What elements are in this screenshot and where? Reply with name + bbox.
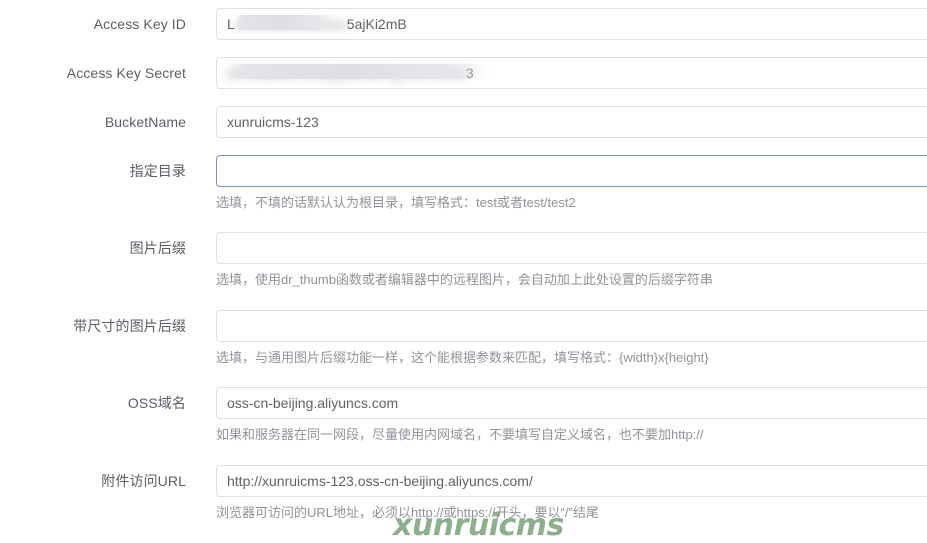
field-help-text: 选填，与通用图片后缀功能一样，这个能根据参数来匹配，填写格式：{width}x{… (216, 350, 709, 365)
field-label: 带尺寸的图片后缀 (73, 318, 186, 334)
field-label: Access Key Secret (66, 65, 186, 81)
redacted-field[interactable]: tJYZNjH9K71N8gQMRMYgZWFZ6ND3 (216, 57, 927, 89)
field-column: Lxxxxxxxxxxxxxxxx5ajKi2mB (186, 8, 927, 40)
field-help-text: 如果和服务器在同一网段，尽量使用内网域名，不要填写自定义域名，也不要加http:… (216, 427, 704, 442)
field-label: 附件访问URL (101, 473, 186, 489)
field-column (186, 106, 927, 138)
form-row: Access Key Secret tJYZNjH9K71N8gQMRMYgZWF… (0, 57, 927, 89)
text-input[interactable] (216, 465, 927, 497)
field-column: 如果和服务器在同一网段，尽量使用内网域名，不要填写自定义域名，也不要加http:… (186, 387, 927, 444)
form-row: OSS域名如果和服务器在同一网段，尽量使用内网域名，不要填写自定义域名，也不要加… (0, 387, 927, 444)
text-input[interactable] (216, 155, 927, 187)
field-help-text: 选填，使用dr_thumb函数或者编辑器中的远程图片，会自动加上此处设置的后缀字… (216, 272, 713, 287)
field-help-text: 浏览器可访问的URL地址，必须以http://或https://开头，要以“/”… (216, 505, 599, 520)
text-input[interactable] (216, 106, 927, 138)
form-row: 附件访问URL 浏览器可访问的URL地址，必须以http://或https://开… (0, 465, 927, 522)
field-label: OSS域名 (127, 395, 186, 411)
form-row: Access Key ID Lxxxxxxxxxxxxxxxx5ajKi2mB (0, 8, 927, 40)
field-label: 图片后缀 (129, 240, 186, 256)
redacted-field[interactable]: Lxxxxxxxxxxxxxxxx5ajKi2mB (216, 8, 927, 40)
form-row: 带尺寸的图片后缀选填，与通用图片后缀功能一样，这个能根据参数来匹配，填写格式：{… (0, 310, 927, 367)
form-row: BucketName (0, 106, 927, 138)
redacted-value-prefix: L (227, 16, 235, 32)
field-help-text: 选填，不填的话默认认为根目录，填写格式：test或者test/test2 (216, 195, 576, 210)
text-input[interactable] (216, 310, 927, 342)
field-column: 选填，使用dr_thumb函数或者编辑器中的远程图片，会自动加上此处设置的后缀字… (186, 232, 927, 289)
redaction-overlay (229, 64, 492, 79)
form-row: 图片后缀选填，使用dr_thumb函数或者编辑器中的远程图片，会自动加上此处设置… (0, 232, 927, 289)
text-input[interactable] (216, 387, 927, 419)
field-label: Access Key ID (93, 16, 186, 32)
field-column: 选填，与通用图片后缀功能一样，这个能根据参数来匹配，填写格式：{width}x{… (186, 310, 927, 367)
field-column: 选填，不填的话默认认为根目录，填写格式：test或者test/test2 (186, 155, 927, 212)
field-column: tJYZNjH9K71N8gQMRMYgZWFZ6ND3 (186, 57, 927, 89)
field-column: 浏览器可访问的URL地址，必须以http://或https://开头，要以“/”… (186, 465, 927, 522)
field-label: 指定目录 (129, 163, 186, 179)
redacted-value-suffix: 5ajKi2mB (346, 16, 407, 32)
text-input[interactable] (216, 232, 927, 264)
field-label: BucketName (104, 114, 186, 130)
form-row: 指定目录选填，不填的话默认认为根目录，填写格式：test或者test/test2 (0, 155, 927, 212)
redaction-overlay (236, 15, 336, 30)
